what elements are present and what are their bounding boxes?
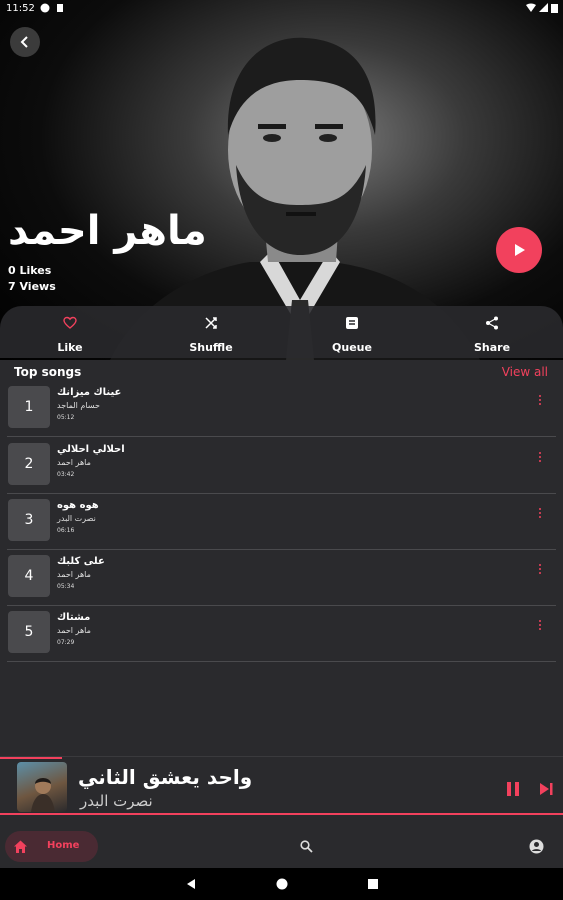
shuffle-label: Shuffle (189, 341, 233, 354)
play-icon (515, 244, 525, 256)
song-row[interactable]: 1 عيناك ميزانك حسام الماجد 05:12 (7, 380, 556, 437)
song-title: هوه هوه (57, 500, 99, 511)
song-artist: ماهر احمد (57, 570, 91, 579)
more-vert-icon[interactable] (538, 562, 542, 576)
song-artist: ماهر احمد (57, 458, 91, 467)
now-playing-progress (0, 757, 62, 759)
song-duration: 06:16 (57, 527, 75, 534)
more-vert-icon[interactable] (538, 393, 542, 407)
song-rank: 3 (8, 499, 50, 541)
top-songs-heading: Top songs (14, 365, 82, 379)
song-title: عيناك ميزانك (57, 387, 122, 398)
like-label: Like (57, 341, 83, 354)
sd-card-icon (57, 4, 63, 12)
more-vert-icon[interactable] (538, 618, 542, 632)
song-artist: نصرت البدر (57, 514, 96, 523)
artist-likes: 0 Likes (8, 264, 52, 277)
home-icon (14, 840, 27, 853)
search-icon[interactable] (300, 840, 313, 853)
song-title: على كلبك (57, 556, 105, 567)
system-recents-icon[interactable] (366, 877, 380, 891)
system-back-icon[interactable] (184, 877, 198, 891)
like-button[interactable]: Like (10, 306, 130, 358)
nav-home[interactable]: Home (5, 831, 98, 862)
song-row[interactable]: 5 مشتاك ماهر احمد 07:29 (7, 605, 556, 662)
view-all-link[interactable]: View all (502, 365, 548, 379)
bottom-navigation: Home (0, 818, 563, 868)
more-vert-icon[interactable] (538, 506, 542, 520)
queue-icon (346, 317, 358, 329)
share-button[interactable]: Share (432, 306, 552, 358)
system-navigation-bar (0, 868, 563, 900)
artist-screen: 11:52 ماهر احمد 0 Likes 7 Views Like Shu… (0, 0, 563, 900)
song-duration: 05:34 (57, 583, 75, 590)
arrow-back-icon (20, 36, 28, 48)
signal-icon (539, 3, 548, 12)
song-row[interactable]: 4 على كلبك ماهر احمد 05:34 (7, 549, 556, 606)
song-duration: 03:42 (57, 471, 75, 478)
battery-icon (551, 4, 558, 13)
now-playing-title: واحد يعشق الثاني (78, 765, 253, 789)
song-duration: 05:12 (57, 414, 75, 421)
song-rank: 5 (8, 611, 50, 653)
song-row[interactable]: 2 احلالي احلالي ماهر احمد 03:42 (7, 437, 556, 494)
heart-outline-icon (63, 316, 77, 329)
queue-button[interactable]: Queue (292, 306, 412, 358)
shuffle-button[interactable]: Shuffle (151, 306, 271, 358)
queue-label: Queue (332, 341, 372, 354)
play-artist-button[interactable] (496, 227, 542, 273)
nav-home-label: Home (47, 840, 80, 851)
artist-actions-bar: Like Shuffle Queue Share (0, 306, 563, 358)
skip-next-icon[interactable] (538, 781, 554, 797)
wifi-icon (526, 3, 536, 12)
song-rank: 2 (8, 443, 50, 485)
status-time: 11:52 (6, 3, 35, 14)
song-row[interactable]: 3 هوه هوه نصرت البدر 06:16 (7, 493, 556, 550)
account-icon[interactable] (529, 839, 544, 854)
cover-art-image (31, 778, 55, 812)
now-playing-bar[interactable]: واحد يعشق الثاني نصرت البدر (0, 756, 563, 816)
song-artist: ماهر احمد (57, 626, 91, 635)
more-vert-icon[interactable] (538, 450, 542, 464)
song-title: احلالي احلالي (57, 444, 125, 455)
artist-views: 7 Views (8, 280, 56, 293)
share-icon (486, 316, 498, 330)
song-duration: 07:29 (57, 639, 75, 646)
now-playing-divider (0, 813, 563, 815)
now-playing-artist: نصرت البدر (80, 792, 153, 810)
status-bar: 11:52 (0, 0, 563, 18)
now-playing-cover-art (17, 762, 67, 812)
pause-icon[interactable] (505, 781, 521, 797)
share-label: Share (473, 341, 511, 354)
shuffle-icon (205, 317, 217, 329)
song-title: مشتاك (57, 612, 91, 623)
artist-name: ماهر احمد (8, 208, 207, 254)
song-rank: 4 (8, 555, 50, 597)
song-rank: 1 (8, 386, 50, 428)
back-button[interactable] (10, 27, 40, 57)
system-home-icon[interactable] (275, 877, 289, 891)
song-artist: حسام الماجد (57, 401, 100, 410)
app-notification-icon (40, 3, 50, 13)
